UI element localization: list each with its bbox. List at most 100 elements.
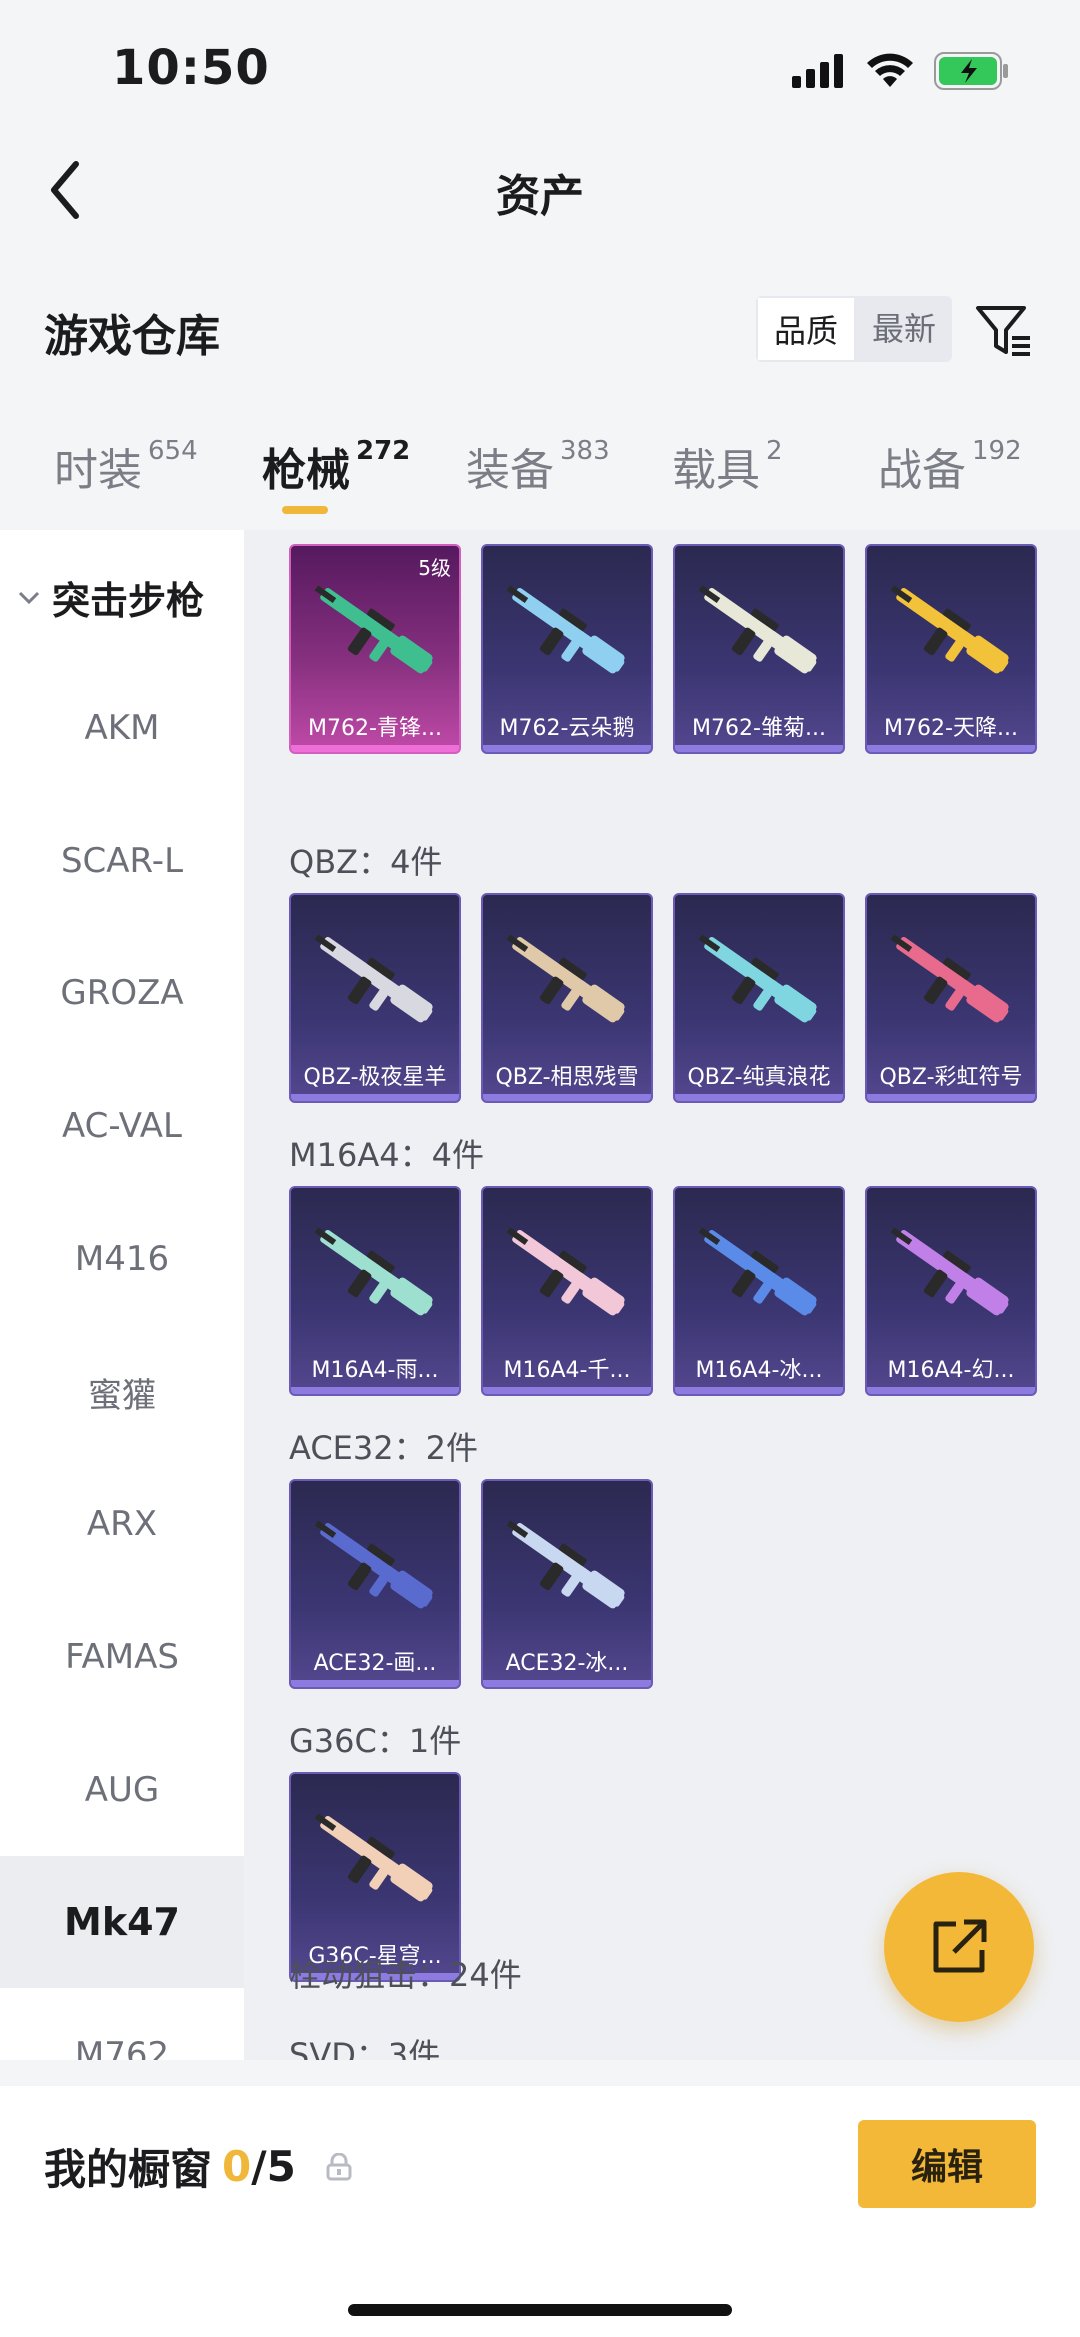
weapon-name: M16A4-冰... xyxy=(695,1358,823,1383)
home-indicator xyxy=(348,2304,732,2316)
weapon-name: M762-天降... xyxy=(884,716,1018,741)
rifle-icon xyxy=(314,585,433,674)
weapon-card[interactable]: M16A4-千... xyxy=(481,1186,653,1396)
sort-newest-option[interactable]: 最新 xyxy=(856,296,952,362)
active-tab-indicator xyxy=(282,506,328,514)
weapon-name: M762-青锋... xyxy=(308,716,442,741)
weapon-name: QBZ-纯真浪花 xyxy=(687,1065,831,1090)
rarity-bar xyxy=(483,1094,651,1101)
weapon-name: M16A4-千... xyxy=(503,1358,631,1383)
rarity-bar xyxy=(291,745,459,752)
weapon-group-label: 栓动狙击：24件 xyxy=(289,1956,522,1994)
weapon-card[interactable]: QBZ-彩虹符号 xyxy=(865,893,1037,1103)
weapon-name: QBZ-极夜星羊 xyxy=(303,1065,447,1090)
rifle-icon xyxy=(698,934,817,1023)
rifle-icon xyxy=(890,934,1009,1023)
weapon-card[interactable]: M762-雏菊... xyxy=(673,544,845,754)
weapon-card[interactable]: QBZ-纯真浪花 xyxy=(673,893,845,1103)
tab-costume[interactable]: 时装 654 xyxy=(54,434,198,498)
rifle-icon xyxy=(890,585,1009,674)
weapon-name: ACE32-冰... xyxy=(505,1651,629,1676)
sidebar-item[interactable]: 蜜獾 xyxy=(0,1326,244,1458)
edit-button[interactable]: 编辑 xyxy=(858,2120,1036,2208)
rifle-icon xyxy=(314,934,433,1023)
battery-icon xyxy=(934,52,1008,90)
sidebar-item[interactable]: Mk47 xyxy=(0,1856,244,1988)
weapon-grid: 5级 M762-青锋... M762-云朵鹅 M762-雏菊... M762-天降...… xyxy=(244,530,1080,2060)
weapon-name: M16A4-幻... xyxy=(887,1358,1015,1383)
sort-toggle: 品质 最新 xyxy=(756,296,953,362)
weapon-group-label: ACE32：2件 xyxy=(289,1429,478,1467)
weapon-group-label: QBZ：4件 xyxy=(289,843,443,881)
rifle-icon xyxy=(698,585,817,674)
rarity-bar xyxy=(291,1680,459,1687)
status-bar: 10:50 xyxy=(0,0,1080,140)
level-badge: 5级 xyxy=(418,556,451,580)
sidebar-item[interactable]: GROZA xyxy=(0,927,244,1059)
weapon-type-sidebar: 突击步枪 AKM SCAR-L GROZA AC-VAL M416 蜜獾 ARX FAMAS A… xyxy=(0,530,244,2060)
rifle-icon xyxy=(314,1813,433,1902)
rarity-bar xyxy=(867,1387,1035,1394)
weapon-group-label: G36C：1件 xyxy=(289,1722,462,1760)
weapon-card[interactable]: M16A4-雨... xyxy=(289,1186,461,1396)
weapon-card[interactable]: 5级 M762-青锋... xyxy=(289,544,461,754)
sidebar-category[interactable]: 突击步枪 xyxy=(18,570,204,625)
weapon-card[interactable]: QBZ-相思残雪 xyxy=(481,893,653,1103)
weapon-name: QBZ-相思残雪 xyxy=(495,1065,639,1090)
lock-icon xyxy=(326,2152,352,2181)
rifle-icon xyxy=(506,1227,625,1316)
rarity-bar xyxy=(675,1387,843,1394)
rifle-icon xyxy=(314,1520,433,1609)
tab-equipment[interactable]: 装备 383 xyxy=(466,434,610,498)
weapon-card[interactable]: M762-云朵鹅 xyxy=(481,544,653,754)
share-icon xyxy=(933,1919,987,1973)
sidebar-item[interactable]: AKM xyxy=(0,662,244,794)
sort-quality-option[interactable]: 品质 xyxy=(756,296,857,362)
weapon-card[interactable]: ACE32-画... xyxy=(289,1479,461,1689)
rarity-bar xyxy=(291,1387,459,1394)
bottom-bar: 我的橱窗 0 /5 编辑 xyxy=(0,2086,1080,2337)
showcase-current: 0 xyxy=(222,2142,252,2191)
rarity-bar xyxy=(867,745,1035,752)
signal-icon xyxy=(792,54,843,88)
showcase-label: 我的橱窗 xyxy=(44,2145,213,2194)
chevron-down-icon xyxy=(18,591,40,604)
showcase-counter: 我的橱窗 0 /5 xyxy=(44,2136,352,2197)
rarity-bar xyxy=(675,1094,843,1101)
weapon-card[interactable]: M762-天降... xyxy=(865,544,1037,754)
sidebar-category-label: 突击步枪 xyxy=(52,579,205,623)
weapon-group-label: M16A4：4件 xyxy=(289,1136,484,1174)
filter-button[interactable] xyxy=(968,296,1040,368)
tab-gear[interactable]: 战备 192 xyxy=(878,434,1022,498)
weapon-card[interactable]: M16A4-幻... xyxy=(865,1186,1037,1396)
wifi-icon xyxy=(867,53,913,87)
weapon-group-label: SVD：3件 xyxy=(289,2036,441,2060)
status-time: 10:50 xyxy=(112,40,270,96)
warehouse-title: 游戏仓库 xyxy=(44,311,220,362)
rarity-bar xyxy=(867,1094,1035,1101)
weapon-name: M762-云朵鹅 xyxy=(499,716,635,741)
rifle-icon xyxy=(890,1227,1009,1316)
sidebar-item[interactable]: M762 xyxy=(0,1989,244,2060)
page-title: 资产 xyxy=(496,171,584,222)
sidebar-item[interactable]: ARX xyxy=(0,1458,244,1590)
weapon-card[interactable]: M16A4-冰... xyxy=(673,1186,845,1396)
rarity-bar xyxy=(483,1680,651,1687)
sidebar-item[interactable]: AC-VAL xyxy=(0,1060,244,1192)
weapon-card[interactable]: QBZ-极夜星羊 xyxy=(289,893,461,1103)
share-button[interactable] xyxy=(884,1872,1034,2022)
sidebar-item[interactable]: SCAR-L xyxy=(0,795,244,927)
sidebar-item[interactable]: AUG xyxy=(0,1724,244,1856)
rifle-icon xyxy=(506,934,625,1023)
tab-weapons[interactable]: 枪械 272 xyxy=(262,434,410,498)
rifle-icon xyxy=(506,585,625,674)
rarity-bar xyxy=(291,1094,459,1101)
sidebar-item[interactable]: M416 xyxy=(0,1193,244,1325)
rifle-icon xyxy=(698,1227,817,1316)
tab-vehicles[interactable]: 载具 2 xyxy=(672,434,783,498)
weapon-card[interactable]: ACE32-冰... xyxy=(481,1479,653,1689)
filter-icon xyxy=(976,306,1030,356)
rifle-icon xyxy=(314,1227,433,1316)
weapon-name: M16A4-雨... xyxy=(311,1358,439,1383)
sidebar-item[interactable]: FAMAS xyxy=(0,1591,244,1723)
